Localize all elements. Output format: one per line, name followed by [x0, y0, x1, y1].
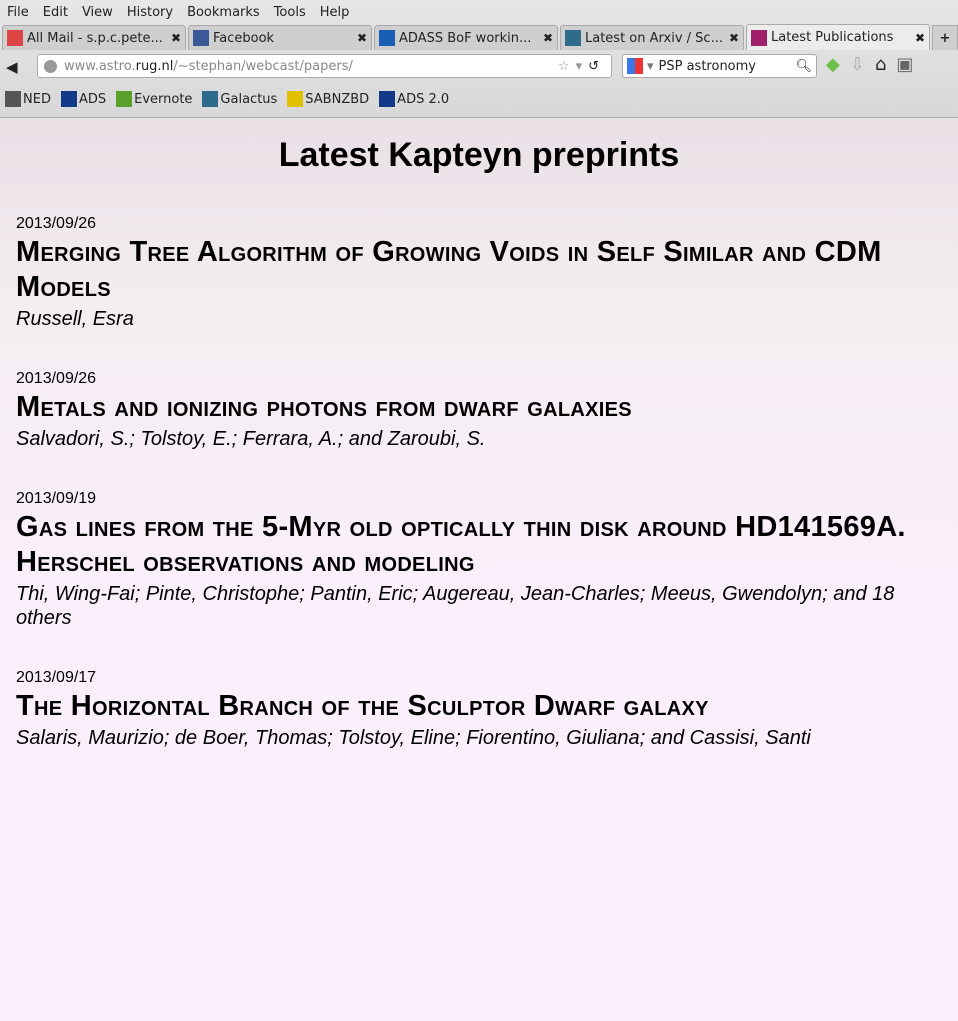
preprint-entry: 2013/09/19 Gas lines from the 5-Myr old o… [16, 488, 942, 630]
tab[interactable]: Latest Publications ✖ [746, 24, 930, 50]
entry-authors: Salaris, Maurizio; de Boer, Thomas; Tols… [16, 727, 811, 749]
close-icon[interactable]: ✖ [357, 31, 367, 45]
entry-authors: Thi, Wing-Fai; Pinte, Christophe; Pantin… [16, 583, 895, 629]
url-domain: rug.nl [135, 58, 174, 74]
close-icon[interactable]: ✖ [543, 31, 553, 45]
sabnzbd-icon [287, 91, 304, 107]
gmail-icon [7, 30, 23, 46]
bookmark-star-icon[interactable]: ☆ [558, 59, 576, 74]
tab-label: Latest Publications [771, 30, 894, 45]
entry-title[interactable]: Merging Tree Algorithm of Growing Voids … [16, 235, 942, 305]
search-engine-icon[interactable] [627, 58, 643, 74]
menu-bookmarks[interactable]: Bookmarks [187, 5, 260, 20]
tab[interactable]: ADASS BoF workin... ✖ [374, 25, 558, 50]
navigation-bar: ◀ www.astro. rug.nl/~stephan/webcast/pape… [0, 50, 958, 84]
reload-icon[interactable]: ↺ [588, 59, 605, 74]
ads-icon [60, 91, 77, 107]
tab-label: All Mail - s.p.c.pete... [27, 30, 163, 46]
tab[interactable]: Facebook ✖ [188, 25, 372, 50]
preprint-entry: 2013/09/17 The Horizontal Branch of the S… [16, 667, 942, 750]
close-icon[interactable]: ✖ [171, 31, 181, 45]
menu-tools[interactable]: Tools [274, 5, 306, 20]
menu-view[interactable]: View [82, 5, 113, 20]
bookmark-item[interactable]: ADS 2.0 [379, 91, 449, 107]
bookmark-label: Galactus [220, 91, 278, 107]
entry-date: 2013/09/17 [16, 669, 97, 686]
menu-history[interactable]: History [127, 5, 173, 20]
feather-icon [751, 29, 767, 46]
menu-help[interactable]: Help [320, 5, 350, 20]
feedly-icon[interactable]: ◆ [826, 54, 840, 75]
globe-icon [44, 59, 57, 73]
search-icon[interactable]: 🔍︎ [795, 59, 812, 74]
ads-icon [379, 91, 396, 107]
tab-label: Facebook [213, 30, 275, 46]
preprint-entry: 2013/09/26 Merging Tree Algorithm of Grow… [16, 213, 942, 331]
tab-label: Latest on Arxiv / Sc... [585, 30, 723, 46]
bookmark-label: ADS 2.0 [397, 91, 450, 107]
tab-label: ADASS BoF workin... [399, 30, 532, 46]
menu-bar: File Edit View History Bookmarks Tools H… [0, 0, 958, 24]
bookmark-item[interactable]: ADS [60, 91, 107, 107]
search-input[interactable]: PSP astronomy [659, 59, 756, 74]
url-bar[interactable]: www.astro. rug.nl/~stephan/webcast/papers… [37, 54, 612, 78]
sf-icon [565, 30, 581, 46]
entry-authors: Salvadori, S.; Tolstoy, E.; Ferrara, A.;… [16, 428, 486, 450]
tab[interactable]: Latest on Arxiv / Sc... ✖ [560, 25, 744, 50]
close-icon[interactable]: ✖ [729, 31, 739, 45]
bookmark-label: Evernote [134, 91, 193, 107]
star-icon [379, 30, 395, 46]
entry-date: 2013/09/26 [16, 370, 97, 387]
search-box[interactable]: ▾ PSP astronomy 🔍︎ [622, 54, 817, 78]
evernote-icon [116, 91, 133, 107]
bookmark-label: SABNZBD [305, 91, 370, 107]
page-content: Latest Kapteyn preprints 2013/09/26 Mergi… [0, 118, 958, 1021]
evernote-icon[interactable]: ▣ [896, 54, 913, 75]
entry-title[interactable]: Metals and ionizing photons from dwarf g… [16, 390, 942, 425]
facebook-icon [193, 30, 209, 46]
new-tab-button[interactable]: + [932, 25, 958, 50]
sf-icon [202, 91, 219, 107]
tab-strip: All Mail - s.p.c.pete... ✖ Facebook ✖ ADASS … [0, 24, 958, 50]
menu-file[interactable]: File [7, 5, 29, 20]
bookmark-item[interactable]: NED [5, 91, 51, 107]
url-path: /~stephan/webcast/papers/ [173, 58, 353, 74]
dropdown-icon[interactable]: ▾ [576, 59, 589, 74]
browser-chrome: File Edit View History Bookmarks Tools H… [0, 0, 958, 118]
entry-title[interactable]: The Horizontal Branch of the Sculptor Dw… [16, 689, 942, 724]
back-arrow-icon[interactable]: ◀ [6, 58, 30, 76]
url-prefix: www.astro. [64, 58, 136, 74]
preprint-entry: 2013/09/26 Metals and ionizing photons fr… [16, 368, 942, 451]
bookmark-label: ADS [78, 91, 107, 107]
bookmark-label: NED [23, 91, 51, 107]
bookmark-item[interactable]: SABNZBD [287, 91, 369, 107]
ned-icon [5, 91, 21, 107]
page-title: Latest Kapteyn preprints [278, 136, 680, 174]
entry-authors: Russell, Esra [16, 308, 134, 330]
bookmarks-toolbar: NED ADS Evernote Galactus SABNZBD ADS 2.0 [0, 84, 958, 114]
entry-title[interactable]: Gas lines from the 5-Myr old optically t… [16, 510, 942, 580]
tab[interactable]: All Mail - s.p.c.pete... ✖ [2, 25, 186, 50]
home-icon[interactable]: ⌂ [875, 54, 886, 75]
menu-edit[interactable]: Edit [43, 5, 68, 20]
bookmark-item[interactable]: Evernote [116, 91, 192, 107]
download-icon[interactable]: ⇩ [850, 54, 865, 75]
bookmark-item[interactable]: Galactus [202, 91, 277, 107]
entry-date: 2013/09/19 [16, 490, 97, 507]
close-icon[interactable]: ✖ [915, 31, 925, 45]
entry-date: 2013/09/26 [16, 215, 97, 232]
